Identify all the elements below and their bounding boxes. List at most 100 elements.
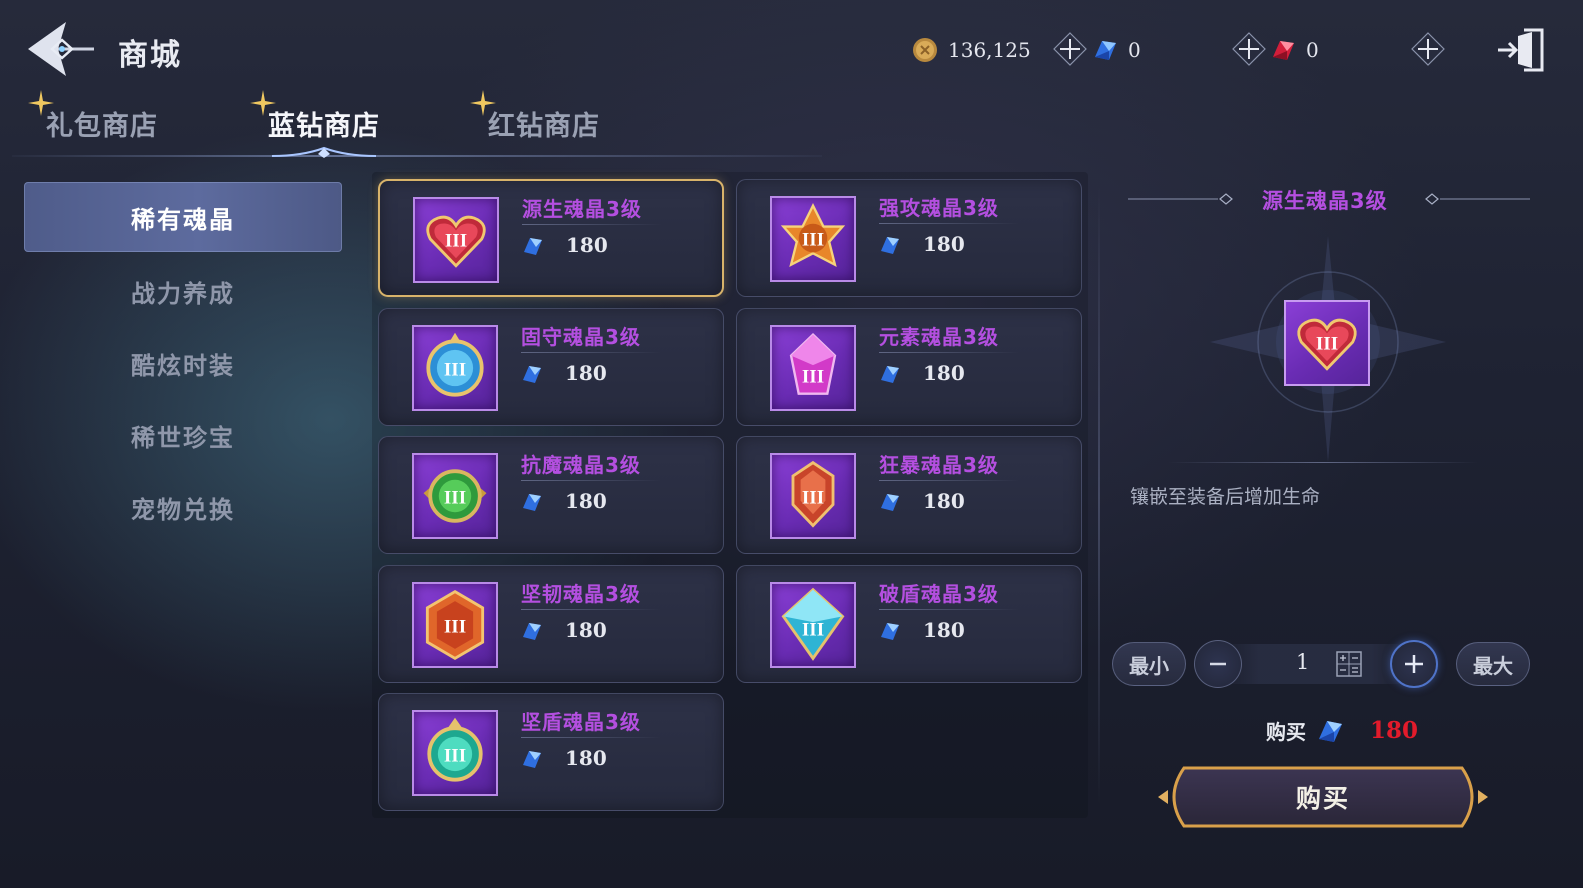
- buy-button-label: 购买: [1295, 784, 1350, 813]
- calculator-icon[interactable]: [1336, 651, 1362, 677]
- decrease-button[interactable]: [1194, 640, 1242, 688]
- orange-hex-crystal-icon: III: [412, 582, 498, 668]
- svg-text:III: III: [802, 230, 824, 251]
- item-price: 180: [565, 618, 607, 642]
- svg-text:III: III: [444, 746, 466, 767]
- blue-diamond-icon: [524, 238, 542, 255]
- quantity-value[interactable]: 1: [1296, 650, 1309, 674]
- sidebar-item-pet-exchange[interactable]: 宠物兑换: [24, 472, 342, 542]
- item-card[interactable]: III 强攻魂晶3级 180: [736, 179, 1082, 297]
- item-card[interactable]: III 破盾魂晶3级 180: [736, 565, 1082, 683]
- add-gold-button[interactable]: [1052, 31, 1088, 67]
- item-description: 镶嵌至装备后增加生命: [1130, 486, 1321, 508]
- item-price: 180: [565, 746, 607, 770]
- buy-button[interactable]: 购买: [1154, 762, 1492, 832]
- blue-diamond-icon: [523, 751, 541, 768]
- plus-icon: [1232, 32, 1266, 66]
- tab-divider: [12, 155, 822, 157]
- item-price: 180: [566, 233, 608, 257]
- item-card[interactable]: III 抗魔魂晶3级 180: [378, 436, 724, 554]
- item-name: 狂暴魂晶3级: [879, 453, 999, 477]
- blue-shield-crystal-icon: III: [412, 325, 498, 411]
- item-name: 破盾魂晶3级: [879, 582, 999, 606]
- detail-title: 源生魂晶3级: [1262, 189, 1388, 213]
- item-card[interactable]: III 狂暴魂晶3级 180: [736, 436, 1082, 554]
- red-diamond-currency: 0: [1270, 36, 1319, 64]
- back-button[interactable]: [22, 18, 98, 80]
- red-diamond-amount: 0: [1306, 38, 1319, 62]
- item-name: 源生魂晶3级: [522, 197, 642, 221]
- item-price: 180: [923, 361, 965, 385]
- back-arrow-icon: [28, 22, 94, 76]
- cyan-diamond-crystal-icon: III: [770, 582, 856, 668]
- item-name: 固守魂晶3级: [521, 325, 641, 349]
- blue-diamond-icon: [523, 366, 541, 383]
- svg-text:III: III: [802, 488, 824, 509]
- total-cost: 180: [1370, 717, 1419, 744]
- heart-crystal-icon: III: [413, 197, 499, 283]
- item-price: 180: [923, 618, 965, 642]
- quantity-track: [1220, 644, 1410, 684]
- exit-button[interactable]: [1496, 26, 1546, 74]
- blue-diamond-icon: [523, 494, 541, 511]
- active-tab-indicator: [272, 146, 376, 158]
- flame-crystal-icon: III: [770, 196, 856, 282]
- item-card[interactable]: III 元素魂晶3级 180: [736, 308, 1082, 426]
- blue-diamond-icon: [881, 623, 899, 640]
- minus-icon: [1210, 662, 1226, 666]
- svg-text:III: III: [802, 366, 824, 387]
- sidebar-item-rare-treasure[interactable]: 稀世珍宝: [24, 400, 342, 470]
- item-name: 强攻魂晶3级: [879, 196, 999, 220]
- magenta-gem-crystal-icon: III: [770, 325, 856, 411]
- item-name: 坚韧魂晶3级: [521, 582, 641, 606]
- red-diamond-icon: [1273, 41, 1294, 60]
- tab-red-diamond-shop[interactable]: 红钻商店: [488, 104, 600, 143]
- blue-diamond-icon: [1095, 41, 1116, 60]
- green-shield-crystal-icon: III: [412, 453, 498, 539]
- svg-text:III: III: [445, 231, 467, 252]
- exit-door-icon: [1498, 28, 1544, 72]
- item-price: 180: [923, 489, 965, 513]
- item-card[interactable]: III 坚盾魂晶3级 180: [378, 693, 724, 811]
- item-card[interactable]: III 源生魂晶3级 180: [378, 179, 724, 297]
- add-blue-diamond-button[interactable]: [1231, 31, 1267, 67]
- tab-gift-shop[interactable]: 礼包商店: [46, 104, 158, 143]
- add-red-diamond-button[interactable]: [1410, 31, 1446, 67]
- item-price: 180: [565, 489, 607, 513]
- svg-text:III: III: [444, 488, 466, 509]
- item-price: 180: [565, 361, 607, 385]
- blue-diamond-amount: 0: [1128, 38, 1141, 62]
- page-title: 商城: [118, 38, 182, 73]
- blue-diamond-currency: 0: [1092, 36, 1141, 64]
- blue-diamond-icon: [881, 366, 899, 383]
- blue-diamond-icon: [881, 237, 899, 254]
- tab-blue-diamond-shop[interactable]: 蓝钻商店: [268, 104, 380, 143]
- blue-diamond-icon: [1319, 720, 1342, 742]
- item-card[interactable]: III 坚韧魂晶3级 180: [378, 565, 724, 683]
- item-card[interactable]: III 固守魂晶3级 180: [378, 308, 724, 426]
- blue-diamond-icon: [523, 623, 541, 640]
- increase-button[interactable]: [1390, 640, 1438, 688]
- max-quantity-button[interactable]: 最大: [1456, 642, 1530, 686]
- item-name: 坚盾魂晶3级: [521, 710, 641, 734]
- teal-round-crystal-icon: III: [412, 710, 498, 796]
- svg-text:III: III: [444, 360, 466, 381]
- min-quantity-button[interactable]: 最小: [1112, 642, 1186, 686]
- item-price: 180: [923, 232, 965, 256]
- item-name: 元素魂晶3级: [879, 325, 999, 349]
- sidebar-item-power-growth[interactable]: 战力养成: [24, 256, 342, 326]
- svg-text:III: III: [444, 617, 466, 638]
- heart-crystal-icon: III: [1284, 300, 1370, 386]
- sidebar-item-cool-fashion[interactable]: 酷炫时装: [24, 328, 342, 398]
- plus-icon: [1411, 32, 1445, 66]
- gold-coin-icon: [913, 38, 937, 62]
- title-ornament-right: [1425, 193, 1530, 205]
- sidebar-item-rare-soul-crystal[interactable]: 稀有魂晶: [24, 182, 342, 252]
- blue-diamond-icon: [881, 494, 899, 511]
- gold-currency: 136,125: [912, 36, 1031, 64]
- plus-icon: [1405, 655, 1423, 673]
- red-rage-crystal-icon: III: [770, 453, 856, 539]
- buy-cost-label: 购买: [1266, 720, 1306, 744]
- svg-text:III: III: [1316, 334, 1338, 355]
- item-name: 抗魔魂晶3级: [521, 453, 641, 477]
